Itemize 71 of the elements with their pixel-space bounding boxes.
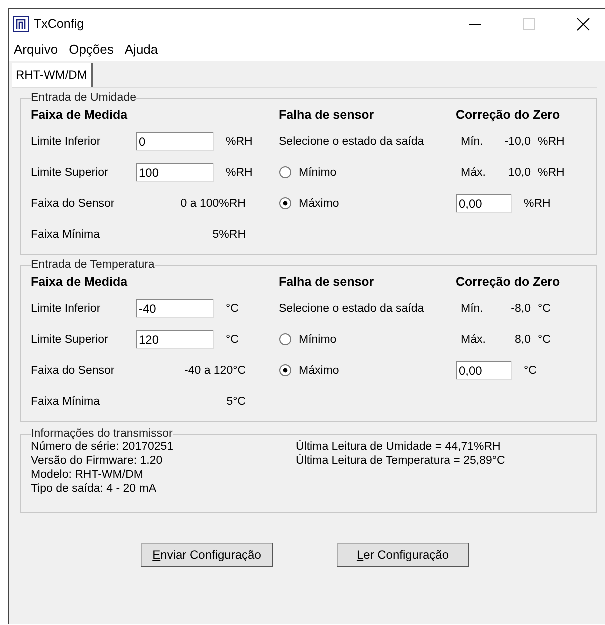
column-heading: Falha de sensor	[279, 108, 376, 122]
range-value: 5%RH	[212, 228, 246, 240]
unit-label: °C	[538, 302, 551, 314]
field-label: Limite Superior	[31, 334, 110, 346]
limit-value: -8,0	[510, 302, 531, 314]
unit-label: °C	[524, 364, 537, 376]
column-heading: Correção do Zero	[456, 108, 562, 122]
limit-label: Mín.	[461, 136, 484, 148]
input-field[interactable]: 120	[136, 330, 214, 349]
limit-value: -10,0	[504, 136, 531, 148]
radio-option[interactable]: Mínimo	[279, 166, 337, 179]
field-label: Faixa Mínima	[31, 228, 102, 240]
unit-label: °C	[226, 302, 239, 314]
radio-icon[interactable]	[279, 364, 292, 377]
prompt-text: Selecione o estado da saída	[279, 302, 424, 314]
app-icon	[13, 16, 29, 32]
unit-label: %RH	[524, 198, 551, 210]
group-title: Entrada de Umidade	[31, 92, 136, 104]
field-label: Limite Inferior	[31, 136, 102, 148]
unit-label: %RH	[538, 136, 565, 148]
prompt-text: Selecione o estado da saída	[279, 136, 424, 148]
range-value: 0 a 100%RH	[180, 198, 246, 210]
radio-icon[interactable]	[279, 333, 292, 346]
column-heading: Falha de sensor	[279, 275, 376, 289]
radio-option[interactable]: Mínimo	[279, 333, 337, 346]
info-text: Última Leitura de Umidade = 44,71%RH	[296, 440, 502, 454]
field-label: Faixa Mínima	[31, 396, 102, 408]
range-value: 5°C	[226, 396, 246, 408]
field-label: Faixa do Sensor	[31, 198, 116, 210]
menu-item[interactable]: Opções	[69, 42, 114, 58]
input-field[interactable]: 0	[136, 132, 214, 151]
limit-value: 10,0	[508, 166, 531, 178]
range-value: -40 a 120°C	[184, 364, 246, 376]
info-text: Número de série: 20170251	[31, 440, 175, 454]
window-title: TxConfig	[34, 17, 84, 31]
column-heading: Faixa de Medida	[31, 275, 129, 289]
unit-label: %RH	[226, 166, 253, 178]
info-text: Modelo: RHT-WM/DM	[31, 468, 144, 482]
radio-icon[interactable]	[279, 197, 292, 210]
limit-label: Máx.	[461, 166, 487, 178]
field-label: Faixa do Sensor	[31, 364, 116, 376]
limit-label: Mín.	[461, 302, 484, 314]
input-field[interactable]: 0,00	[456, 361, 512, 380]
action-button[interactable]: Ler Configuração	[337, 543, 469, 567]
unit-label: °C	[538, 334, 551, 346]
menu-item[interactable]: Ajuda	[124, 42, 158, 58]
radio-option[interactable]: Máximo	[279, 197, 340, 210]
action-button[interactable]: Enviar Configuração	[141, 543, 273, 567]
info-text: Versão do Firmware: 1.20	[31, 454, 164, 468]
info-text: Última Leitura de Temperatura = 25,89°C	[296, 454, 506, 468]
radio-icon[interactable]	[279, 166, 292, 179]
info-text: Tipo de saída: 4 - 20 mA	[31, 482, 158, 496]
input-field[interactable]: 100	[136, 163, 214, 182]
field-label: Limite Superior	[31, 166, 110, 178]
limit-value: 8,0	[514, 334, 531, 346]
unit-label: °C	[226, 334, 239, 346]
column-heading: Correção do Zero	[456, 275, 562, 289]
group-title: Informações do transmissor	[31, 428, 173, 440]
limit-label: Máx.	[461, 334, 487, 346]
input-field[interactable]: 0,00	[456, 194, 512, 213]
radio-option[interactable]: Máximo	[279, 364, 340, 377]
group-title: Entrada de Temperatura	[31, 259, 155, 271]
unit-label: %RH	[538, 166, 565, 178]
tab[interactable]: RHT-WM/DM	[12, 63, 94, 87]
column-heading: Faixa de Medida	[31, 108, 129, 122]
menu-item[interactable]: Arquivo	[14, 42, 58, 58]
maximize-icon	[523, 18, 535, 30]
input-field[interactable]: -40	[136, 299, 214, 318]
field-label: Limite Inferior	[31, 302, 102, 314]
unit-label: %RH	[226, 136, 253, 148]
close-icon[interactable]	[577, 18, 590, 30]
